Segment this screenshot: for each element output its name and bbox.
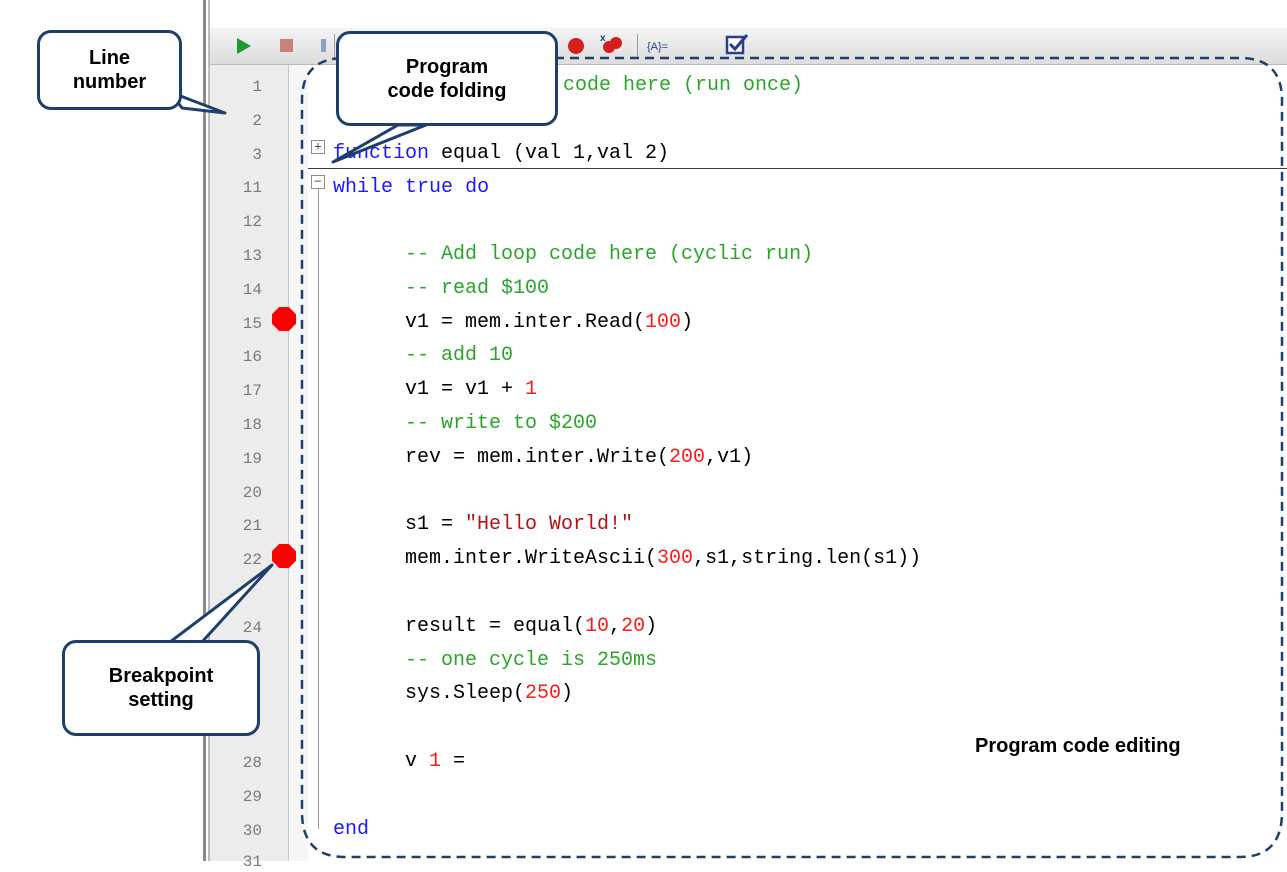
code-folding-callout-pointer [331,123,428,164]
code-folding-callout: Program code folding [336,31,558,126]
editing-area-label: Program code editing [975,735,1181,757]
breakpoint-callout-pointer [168,563,274,644]
breakpoint-callout: Breakpoint setting [62,640,260,736]
line-number-callout: Line number [37,30,182,110]
